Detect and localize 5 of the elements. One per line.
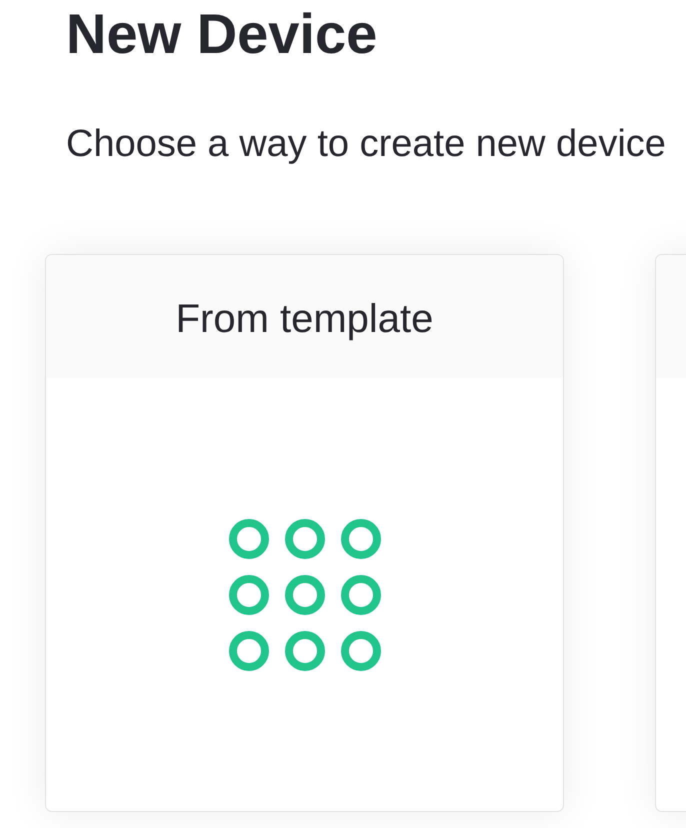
page-title: New Device <box>66 6 378 62</box>
option-card[interactable]: From template <box>45 254 564 812</box>
card-title: From template <box>176 299 434 339</box>
page-subtitle: Choose a way to create new device <box>66 125 666 163</box>
ring-grid-icon <box>228 518 380 670</box>
